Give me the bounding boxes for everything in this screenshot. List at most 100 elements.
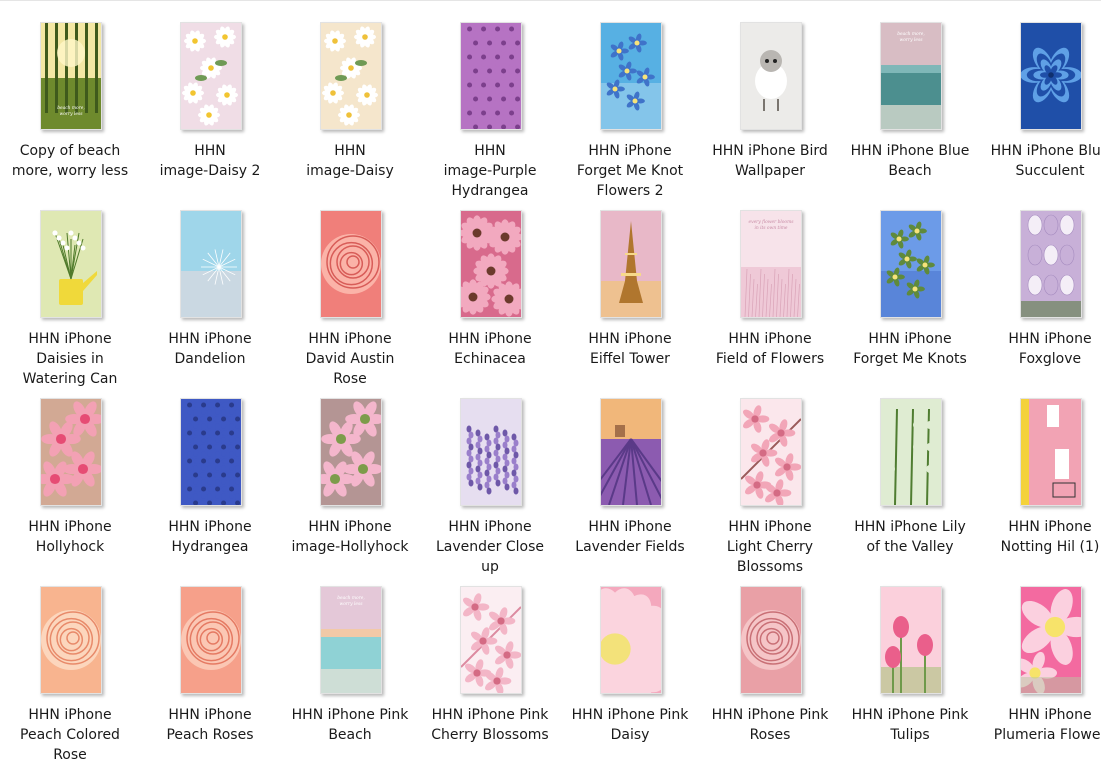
beach-thumbnail[interactable]: beach more, worry less (880, 22, 942, 130)
forget-me-not-thumbnail[interactable] (880, 210, 942, 318)
file-tile[interactable]: HHN iPhone Lavender Fields (560, 398, 700, 586)
cherry-blossom-thumbnail[interactable] (460, 586, 522, 694)
file-tile[interactable]: HHN iPhone Pink Daisy (560, 586, 700, 774)
file-name-label[interactable]: HHN iPhone Pink Tulips (840, 705, 980, 745)
file-name-label[interactable]: HHN iPhone Pink Daisy (560, 705, 700, 745)
file-name-label[interactable]: HHN iPhone Forget Me Knot Flowers 2 (560, 141, 700, 201)
notting-hill-thumbnail[interactable] (1020, 398, 1082, 506)
file-tile[interactable]: HHN iPhone Hollyhock (0, 398, 140, 586)
file-name-label[interactable]: HHN iPhone Notting Hil (1) (980, 517, 1101, 557)
file-tile[interactable]: HHN iPhone Eiffel Tower (560, 210, 700, 398)
file-tile[interactable]: HHN iPhone Light Cherry Blossoms (700, 398, 840, 586)
lily-of-the-valley-thumbnail[interactable] (880, 398, 942, 506)
tulip-thumbnail[interactable] (880, 586, 942, 694)
file-tile[interactable]: beach more, worry less HHN iPhone Blue Bea… (840, 22, 980, 210)
hydrangea-thumbnail[interactable] (180, 398, 242, 506)
file-tile[interactable]: HHN iPhone Pink Cherry Blossoms (420, 586, 560, 774)
file-name-label[interactable]: HHN iPhone Pink Cherry Blossoms (420, 705, 560, 745)
file-name-label[interactable]: HHN iPhone Bird Wallpaper (700, 141, 840, 181)
forest-sunlight-thumbnail[interactable]: beach more, worry less (40, 22, 102, 130)
file-name-label[interactable]: HHN iPhone Lavender Fields (560, 517, 700, 557)
file-name-label[interactable]: HHN iPhone Echinacea (420, 329, 560, 369)
rose-thumbnail[interactable] (180, 586, 242, 694)
file-name-label[interactable]: HHN iPhone Peach Colored Rose (0, 705, 140, 765)
eiffel-tower-thumbnail[interactable] (600, 210, 662, 318)
rose-thumbnail[interactable] (40, 586, 102, 694)
file-tile[interactable]: HHN iPhone Forget Me Knots (840, 210, 980, 398)
file-name-label[interactable]: HHN iPhone Light Cherry Blossoms (700, 517, 840, 577)
bird-thumbnail[interactable] (740, 22, 802, 130)
file-name-label[interactable]: HHN iPhone Field of Flowers (700, 329, 840, 369)
file-tile[interactable]: beach more, worry less HHN iPhone Pink Bea… (280, 586, 420, 774)
file-name-label[interactable]: HHN iPhone Dandelion (140, 329, 280, 369)
file-tile[interactable]: HHN iPhone Notting Hil (1) (980, 398, 1101, 586)
file-name-label[interactable]: HHN image-Daisy (280, 141, 420, 181)
file-tile[interactable]: HHN iPhone Blue Succulent (980, 22, 1101, 210)
svg-text:worry less: worry less (340, 602, 364, 607)
forget-me-not-thumbnail[interactable] (600, 22, 662, 130)
file-tile[interactable]: HHN iPhone Pink Roses (700, 586, 840, 774)
file-tile[interactable]: HHN iPhone Bird Wallpaper (700, 22, 840, 210)
file-name-label[interactable]: Copy of beach more, worry less (0, 141, 140, 181)
file-tile[interactable]: HHN iPhone Plumeria Flower (980, 586, 1101, 774)
file-tile[interactable]: HHN iPhone Peach Roses (140, 586, 280, 774)
file-name-label[interactable]: HHN iPhone Plumeria Flower (980, 705, 1101, 745)
rose-thumbnail[interactable] (320, 210, 382, 318)
file-name-label[interactable]: HHN iPhone Forget Me Knots (840, 329, 980, 369)
file-tile[interactable]: HHN iPhone image-Hollyhock (280, 398, 420, 586)
daisy-thumbnail[interactable] (180, 22, 242, 130)
file-name-label[interactable]: HHN iPhone Daisies in Watering Can (0, 329, 140, 389)
watering-can-thumbnail[interactable] (40, 210, 102, 318)
file-name-label[interactable]: HHN iPhone Hollyhock (0, 517, 140, 557)
file-name-label[interactable]: HHN iPhone Peach Roses (140, 705, 280, 745)
file-name-label[interactable]: HHN iPhone Blue Beach (840, 141, 980, 181)
file-tile[interactable]: beach more, worry less Copy of beach more,… (0, 22, 140, 210)
file-name-label[interactable]: HHN iPhone David Austin Rose (280, 329, 420, 389)
file-tile[interactable]: HHN iPhone Lily of the Valley (840, 398, 980, 586)
file-name-label[interactable]: HHN iPhone Blue Succulent (980, 141, 1101, 181)
echinacea-thumbnail[interactable] (460, 210, 522, 318)
cherry-blossom-thumbnail[interactable] (740, 398, 802, 506)
file-tile[interactable]: HHN iPhone Echinacea (420, 210, 560, 398)
succulent-thumbnail[interactable] (1020, 22, 1082, 130)
file-tile[interactable]: HHN image-Purple Hydrangea (420, 22, 560, 210)
lavender-field-thumbnail[interactable] (600, 398, 662, 506)
file-name-label[interactable]: HHN iPhone image-Hollyhock (280, 517, 420, 557)
svg-text:beach more,: beach more, (897, 32, 925, 37)
file-tile[interactable]: HHN iPhone Foxglove (980, 210, 1101, 398)
file-tile[interactable]: HHN iPhone Peach Colored Rose (0, 586, 140, 774)
file-tile[interactable]: HHN iPhone Pink Tulips (840, 586, 980, 774)
hollyhock-thumbnail[interactable] (320, 398, 382, 506)
lavender-thumbnail[interactable] (460, 398, 522, 506)
field-of-flowers-thumbnail[interactable]: every flower blooms in its own time (740, 210, 802, 318)
dandelion-thumbnail[interactable] (180, 210, 242, 318)
file-tile[interactable]: HHN iPhone Daisies in Watering Can (0, 210, 140, 398)
file-tile[interactable]: HHN iPhone Forget Me Knot Flowers 2 (560, 22, 700, 210)
file-name-label[interactable]: HHN iPhone Lavender Close up (420, 517, 560, 577)
file-name-label[interactable]: HHN iPhone Eiffel Tower (560, 329, 700, 369)
file-name-label[interactable]: HHN iPhone Pink Beach (280, 705, 420, 745)
hollyhock-thumbnail[interactable] (40, 398, 102, 506)
beach-thumbnail[interactable]: beach more, worry less (320, 586, 382, 694)
file-tile[interactable]: HHN iPhone Lavender Close up (420, 398, 560, 586)
file-name-label[interactable]: HHN iPhone Foxglove (980, 329, 1101, 369)
svg-text:worry less: worry less (60, 112, 84, 117)
file-name-label[interactable]: HHN image-Daisy 2 (140, 141, 280, 181)
plumeria-thumbnail[interactable] (1020, 586, 1082, 694)
file-tile[interactable]: HHN iPhone Dandelion (140, 210, 280, 398)
file-name-label[interactable]: HHN iPhone Hydrangea (140, 517, 280, 557)
file-name-label[interactable]: HHN iPhone Pink Roses (700, 705, 840, 745)
file-name-label[interactable]: HHN image-Purple Hydrangea (420, 141, 560, 201)
file-tile[interactable]: HHN image-Daisy 2 (140, 22, 280, 210)
svg-text:beach more,: beach more, (337, 596, 365, 601)
pink-daisy-thumbnail[interactable] (600, 586, 662, 694)
daisy-thumbnail[interactable] (320, 22, 382, 130)
foxglove-thumbnail[interactable] (1020, 210, 1082, 318)
file-tile[interactable]: HHN iPhone David Austin Rose (280, 210, 420, 398)
file-tile[interactable]: HHN iPhone Hydrangea (140, 398, 280, 586)
file-tile[interactable]: every flower blooms in its own time HHN iP… (700, 210, 840, 398)
hydrangea-thumbnail[interactable] (460, 22, 522, 130)
file-tile[interactable]: HHN image-Daisy (280, 22, 420, 210)
rose-thumbnail[interactable] (740, 586, 802, 694)
file-name-label[interactable]: HHN iPhone Lily of the Valley (840, 517, 980, 557)
